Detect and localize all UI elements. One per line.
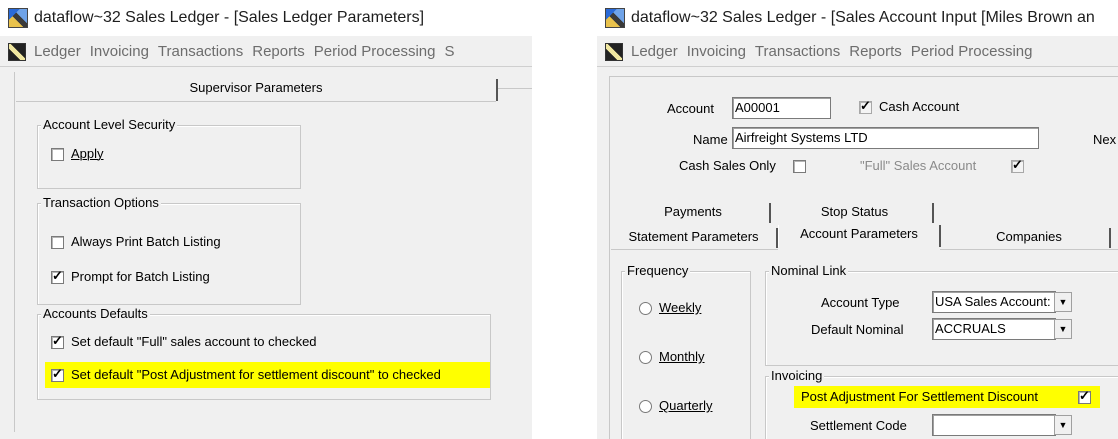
post-adjustment-checkbox[interactable]: ✓ [1078, 388, 1091, 404]
left-window-title: dataflow~32 Sales Ledger - [Sales Ledger… [34, 9, 425, 26]
post-adjustment-default-label[interactable]: Set default "Post Adjustment for settlem… [71, 367, 441, 383]
check-mark-icon: ✓ [52, 333, 63, 348]
transaction-options-group [37, 203, 301, 305]
app-icon [8, 7, 28, 28]
cash-sales-only-checkbox[interactable] [793, 160, 806, 173]
check-mark-icon: ✓ [52, 366, 63, 381]
right-menu-bar: Ledger Invoicing Transactions Reports Period… [597, 38, 1118, 67]
apply-checkbox[interactable] [51, 148, 64, 161]
default-nominal-dropdown[interactable]: ACCRUALS [932, 318, 1056, 340]
prompt-batch-label[interactable]: Prompt for Batch Listing [71, 269, 210, 285]
quarterly-label[interactable]: Quarterly [659, 398, 712, 414]
tab-account-parameters[interactable]: Account Parameters [778, 225, 941, 247]
cash-sales-only-label: Cash Sales Only [679, 158, 776, 173]
account-type-dropdown[interactable]: USA Sales Account: [932, 291, 1056, 313]
settlement-code-label: Settlement Code [810, 418, 907, 433]
check-mark-icon: ✓ [1012, 157, 1023, 172]
menu-invoicing[interactable]: Invoicing [687, 43, 746, 60]
menu-reports[interactable]: Reports [849, 43, 902, 60]
menu-reports[interactable]: Reports [252, 43, 305, 60]
full-sales-default-checkbox[interactable]: ✓ [51, 333, 64, 349]
check-mark-icon: ✓ [860, 98, 871, 113]
account-type-label: Account Type [821, 295, 900, 310]
tab-row-line [940, 249, 1118, 250]
menu-period-processing[interactable]: Period Processing [911, 43, 1033, 60]
left-title-bar: dataflow~32 Sales Ledger - [Sales Ledger… [0, 0, 532, 36]
radio-weekly[interactable] [639, 302, 652, 315]
name-field[interactable]: Airfreight Systems LTD [732, 127, 1039, 149]
apply-label[interactable]: Apply [71, 146, 104, 162]
tab-underline [16, 101, 496, 102]
menu-transactions[interactable]: Transactions [755, 43, 840, 60]
check-mark-icon: ✓ [1079, 388, 1090, 403]
account-field[interactable]: A00001 [732, 97, 831, 119]
accounts-defaults-title: Accounts Defaults [41, 306, 150, 321]
invoicing-title: Invoicing [769, 368, 825, 383]
settlement-code-dropdown[interactable] [932, 414, 1056, 436]
left-menu-bar: Ledger Invoicing Transactions Reports Period… [0, 38, 532, 67]
name-label: Name [693, 132, 728, 147]
transaction-options-title: Transaction Options [41, 195, 161, 210]
right-window: dataflow~32 Sales Ledger - [Sales Accoun… [597, 0, 1118, 439]
full-sales-account-label: "Full" Sales Account [860, 158, 977, 173]
default-nominal-dropdown-button[interactable]: ▼ [1054, 319, 1072, 339]
check-mark-icon: ✓ [52, 268, 63, 283]
radio-monthly[interactable] [639, 351, 652, 364]
tab-statement-parameters[interactable]: Statement Parameters [611, 228, 778, 248]
tab-payments[interactable]: Payments [617, 203, 771, 223]
always-print-batch-checkbox[interactable] [51, 236, 64, 249]
menu-invoicing[interactable]: Invoicing [90, 43, 149, 60]
app-icon [605, 7, 625, 28]
menu-transactions[interactable]: Transactions [158, 43, 243, 60]
account-level-security-title: Account Level Security [41, 117, 178, 132]
settlement-code-dropdown-button[interactable]: ▼ [1054, 415, 1072, 435]
tab-row-line [611, 249, 778, 250]
default-nominal-label: Default Nominal [811, 322, 904, 337]
account-type-dropdown-button[interactable]: ▼ [1054, 292, 1072, 312]
prompt-batch-checkbox[interactable]: ✓ [51, 268, 64, 284]
menu-s[interactable]: S [445, 43, 455, 60]
right-title-bar: dataflow~32 Sales Ledger - [Sales Accoun… [597, 0, 1118, 36]
cash-account-checkbox[interactable]: ✓ [859, 98, 872, 114]
tab-stop-status[interactable]: Stop Status [777, 203, 934, 223]
document-icon[interactable] [605, 43, 623, 62]
nominal-link-title: Nominal Link [769, 263, 849, 278]
tab-companies[interactable]: Companies [949, 228, 1111, 248]
monthly-label[interactable]: Monthly [659, 349, 705, 365]
tab-edge [498, 88, 532, 89]
weekly-label[interactable]: Weekly [659, 300, 701, 316]
next-label: Nex [1093, 132, 1117, 147]
post-adjustment-default-checkbox[interactable]: ✓ [51, 366, 64, 382]
document-icon[interactable] [8, 43, 26, 62]
cash-account-label: Cash Account [879, 99, 960, 114]
full-sales-account-checkbox[interactable]: ✓ [1011, 157, 1024, 173]
account-label: Account [667, 101, 714, 116]
frequency-title: Frequency [625, 263, 691, 278]
radio-quarterly[interactable] [639, 400, 652, 413]
tab-supervisor-parameters[interactable]: Supervisor Parameters [16, 79, 498, 101]
full-sales-default-label[interactable]: Set default "Full" sales account to chec… [71, 334, 317, 350]
always-print-batch-label[interactable]: Always Print Batch Listing [71, 234, 221, 250]
menu-ledger[interactable]: Ledger [631, 43, 678, 60]
menu-period-processing[interactable]: Period Processing [314, 43, 436, 60]
right-window-title: dataflow~32 Sales Ledger - [Sales Accoun… [631, 9, 1095, 26]
post-adjustment-label[interactable]: Post Adjustment For Settlement Discount [801, 389, 1038, 405]
left-window: dataflow~32 Sales Ledger - [Sales Ledger… [0, 0, 532, 439]
menu-ledger[interactable]: Ledger [34, 43, 81, 60]
